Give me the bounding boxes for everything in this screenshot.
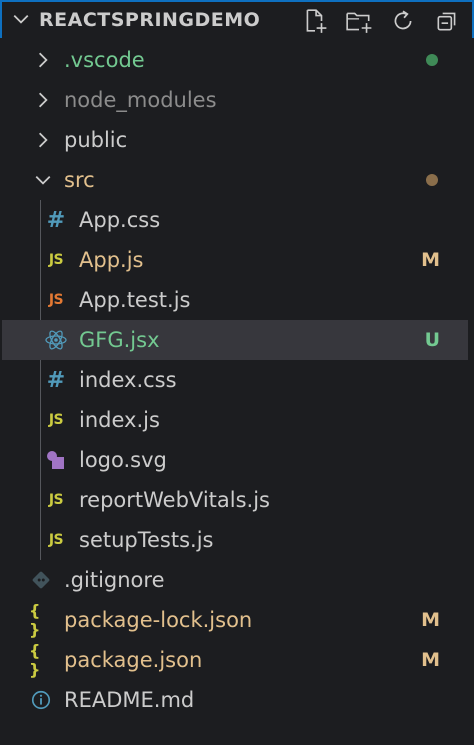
tree-item-label: .vscode xyxy=(64,48,145,72)
folder-vscode[interactable]: .vscode xyxy=(2,40,468,80)
tree-item-label: setupTests.js xyxy=(79,528,214,552)
tree-item-label: package.json xyxy=(64,648,203,672)
tree-item-label: logo.svg xyxy=(79,448,167,472)
file-app-css[interactable]: # App.css xyxy=(2,200,468,240)
tree-item-label: src xyxy=(64,168,95,192)
file-gitignore[interactable]: .gitignore xyxy=(2,560,468,600)
svg-icon xyxy=(44,448,68,472)
react-icon xyxy=(44,328,68,352)
chevron-right-icon[interactable] xyxy=(34,91,52,109)
git-status-badge: U xyxy=(424,329,440,351)
git-icon xyxy=(29,568,53,592)
tree-item-label: package-lock.json xyxy=(64,608,253,632)
js-test-icon: JS xyxy=(48,292,64,308)
git-status-badge: M xyxy=(421,649,440,671)
file-index-css[interactable]: # index.css xyxy=(2,360,468,400)
tree-item-label: node_modules xyxy=(64,88,217,112)
chevron-down-icon[interactable] xyxy=(12,10,30,28)
workspace-title: REACTSPRINGDEMO xyxy=(39,9,261,31)
js-icon: JS xyxy=(48,252,64,268)
chevron-right-icon[interactable] xyxy=(34,131,52,149)
file-index-js[interactable]: JS index.js xyxy=(2,400,468,440)
file-app-js[interactable]: JS App.js M xyxy=(2,240,468,280)
file-package-lock-json[interactable]: { } package-lock.json M xyxy=(2,600,468,640)
status-dot xyxy=(426,54,438,66)
tree-item-label: index.css xyxy=(79,368,177,392)
git-status-badge: M xyxy=(421,249,440,271)
git-status-badge: M xyxy=(421,609,440,631)
folder-public[interactable]: public xyxy=(2,120,468,160)
folder-node-modules[interactable]: node_modules xyxy=(2,80,468,120)
tree-item-label: reportWebVitals.js xyxy=(79,488,270,512)
new-file-icon[interactable] xyxy=(300,6,330,36)
new-folder-icon[interactable] xyxy=(344,6,374,36)
tree-item-label: .gitignore xyxy=(64,568,165,592)
explorer-panel: REACTSPRINGDEMO .vscode node_modules pub… xyxy=(0,0,474,745)
file-gfg-jsx[interactable]: GFG.jsx U xyxy=(2,320,468,360)
file-logo-svg[interactable]: logo.svg xyxy=(2,440,468,480)
js-icon: JS xyxy=(48,492,64,508)
js-icon: JS xyxy=(48,532,64,548)
tree-item-label: public xyxy=(64,128,128,152)
info-icon xyxy=(29,688,53,712)
tree-item-label: App.css xyxy=(79,208,161,232)
chevron-down-icon[interactable] xyxy=(34,171,52,189)
tree-item-label: App.test.js xyxy=(79,288,191,312)
header-actions xyxy=(300,6,462,36)
tree-item-label: App.js xyxy=(79,248,144,272)
js-icon: JS xyxy=(48,412,64,428)
json-icon: { } xyxy=(29,641,42,679)
css-hash-icon: # xyxy=(46,367,66,393)
refresh-icon[interactable] xyxy=(388,6,418,36)
tree-item-label: GFG.jsx xyxy=(79,328,160,352)
tree-item-label: README.md xyxy=(64,688,195,712)
file-setup-tests-js[interactable]: JS setupTests.js xyxy=(2,520,468,560)
folder-src[interactable]: src xyxy=(2,160,468,200)
css-hash-icon: # xyxy=(46,207,66,233)
tree-item-label: index.js xyxy=(79,408,160,432)
chevron-right-icon[interactable] xyxy=(34,51,52,69)
file-app-test-js[interactable]: JS App.test.js xyxy=(2,280,468,320)
file-report-web-vitals-js[interactable]: JS reportWebVitals.js xyxy=(2,480,468,520)
file-package-json[interactable]: { } package.json M xyxy=(2,640,468,680)
collapse-all-icon[interactable] xyxy=(432,6,462,36)
status-dot xyxy=(426,174,438,186)
json-icon: { } xyxy=(29,601,42,639)
file-readme-md[interactable]: README.md xyxy=(2,680,468,720)
explorer-header[interactable]: REACTSPRINGDEMO xyxy=(0,0,474,38)
